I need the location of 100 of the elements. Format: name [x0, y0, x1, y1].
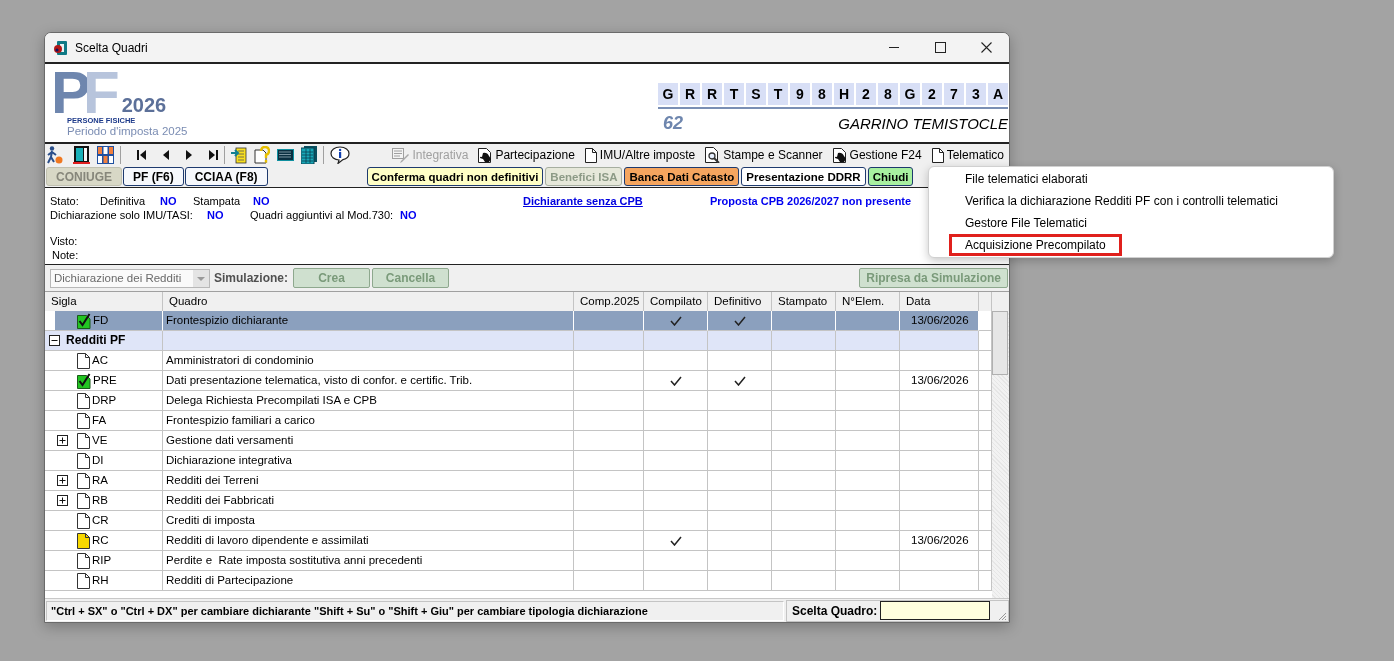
table-row[interactable]: RH Redditi di Partecipazione — [45, 571, 992, 591]
window-title: Scelta Quadri — [75, 40, 148, 55]
help-icon[interactable] — [254, 146, 270, 164]
table-cell — [979, 551, 992, 571]
quadro-code: VE — [92, 433, 108, 448]
info-value: NO — [207, 208, 225, 222]
simulation-label: Simulazione: — [214, 271, 288, 285]
table-cell — [836, 331, 900, 351]
expand-icon[interactable] — [57, 435, 68, 446]
info-value: NO — [400, 208, 417, 222]
declarant-tab[interactable]: CCIAA (F8) — [184, 167, 268, 186]
table-cell — [772, 571, 836, 591]
last-icon[interactable] — [209, 150, 218, 160]
table-cell — [979, 511, 992, 531]
table-cell — [979, 371, 992, 391]
status-message: "Ctrl + SX" o "Ctrl + DX" per cambiare dichiarante "Shift + Su" o "Shift + Giu" per cambiare tipologia dichiarazione — [46, 600, 784, 621]
table-cell — [772, 331, 836, 351]
cpb-note: Proposta CPB 2026/2027 non presente — [710, 194, 912, 208]
fiscal-code-char: T — [724, 83, 744, 105]
table-cell — [979, 351, 992, 371]
quadro-code: RH — [92, 573, 109, 588]
quadro-input[interactable] — [880, 601, 991, 620]
fiscal-code-char: A — [988, 83, 1008, 105]
quadro-code: PRE — [93, 373, 117, 388]
table-cell — [979, 491, 992, 511]
scrollbar[interactable] — [992, 311, 1009, 598]
fiscal-code-char: 8 — [812, 83, 832, 105]
previous-icon[interactable] — [163, 150, 169, 160]
table-row[interactable]: AC Amministratori di condominio — [45, 351, 992, 371]
arrow-document-icon[interactable] — [231, 146, 247, 164]
toolbar-button[interactable]: Telematico — [929, 145, 1006, 165]
fiscal-code-char: H — [834, 83, 854, 105]
table-cell — [979, 571, 992, 591]
table-row[interactable]: CR Crediti di imposta — [45, 511, 992, 531]
quadro-code: RIP — [92, 553, 112, 568]
scrollbar-thumb[interactable] — [992, 311, 1008, 375]
runner-icon[interactable] — [46, 146, 63, 164]
toolbar-button[interactable]: IMU/Altre imposte — [582, 145, 698, 165]
table-cell — [836, 571, 900, 591]
fiscal-code-char: R — [702, 83, 722, 105]
fiscal-code-char: 9 — [790, 83, 810, 105]
menu-item[interactable]: Gestore File Telematici — [949, 212, 1103, 234]
table-cell: 13/06/2026 — [900, 311, 979, 331]
quadro-code: DRP — [92, 393, 117, 408]
action-button[interactable]: Conferma quadri non definitivi — [366, 167, 544, 186]
first-icon[interactable] — [137, 150, 146, 160]
info-value: NO — [160, 194, 178, 208]
expand-icon[interactable] — [57, 475, 68, 486]
menu-item[interactable]: Verifica la dichiarazione Redditi PF con i controlli telematici — [949, 190, 1294, 212]
table-cell — [979, 531, 992, 551]
table-cell — [574, 331, 644, 351]
action-button[interactable]: Banca Dati Catasto — [624, 167, 740, 186]
document-pencil-icon — [392, 147, 410, 163]
keyboard-icon[interactable] — [277, 149, 294, 161]
people-icon[interactable] — [97, 146, 114, 164]
column-header[interactable]: Sigla — [45, 292, 163, 312]
table-cell — [979, 331, 992, 351]
declarant-tab[interactable]: PF (F6) — [123, 167, 184, 186]
fiscal-code-char: 2 — [856, 83, 876, 105]
table-cell — [574, 571, 644, 591]
toolbar-button[interactable]: Gestione F24 — [830, 145, 924, 165]
declarant-name: GARRINO TEMISTOCLE — [838, 115, 1008, 132]
info-value: NO — [253, 194, 271, 208]
menu-item[interactable]: Acquisizione Precompilato — [949, 234, 1122, 256]
fiscal-code-char: 8 — [878, 83, 898, 105]
spreadsheet-icon[interactable] — [301, 146, 317, 164]
toolbar-button[interactable]: Stampe e Scanner — [703, 145, 825, 165]
toolbar-button[interactable]: Partecipazione — [476, 145, 577, 165]
fiscal-code-char: S — [746, 83, 766, 105]
document-icon — [832, 147, 847, 163]
info-icon[interactable] — [330, 146, 350, 164]
info-label: Stato: — [50, 194, 80, 208]
table-cell — [574, 311, 644, 331]
table-cell — [979, 391, 992, 411]
fiscal-code-char: R — [680, 83, 700, 105]
cpb-link[interactable]: Dichiarante senza CPB — [523, 194, 710, 208]
expand-icon[interactable] — [57, 495, 68, 506]
table-cell — [836, 311, 900, 331]
minimize-icon — [889, 47, 899, 48]
logo-monogram: PF — [51, 70, 120, 116]
maximize-icon — [934, 42, 946, 53]
quadro-code: RA — [92, 473, 108, 488]
action-button[interactable]: Presentazione DDRR — [741, 167, 866, 186]
caret-icon — [193, 269, 209, 287]
collapse-icon[interactable] — [49, 335, 60, 346]
info-label: Visto: — [50, 234, 78, 248]
logo-year: 2026 — [121, 96, 167, 114]
table-cell — [979, 431, 992, 451]
info-label: Quadri aggiuntivi al Mod.730: — [250, 208, 395, 222]
next-icon[interactable] — [186, 150, 192, 160]
document-icon — [931, 147, 944, 163]
document-magnifier-icon — [705, 147, 721, 163]
action-button[interactable]: Chiudi — [867, 167, 914, 186]
table-row[interactable]: FD Frontespizio dichiarante 13/06/2026 — [45, 311, 992, 331]
table-cell — [979, 451, 992, 471]
table-cell — [979, 411, 992, 431]
door-icon[interactable] — [73, 146, 90, 164]
table-cell: Frontespizio dichiarante — [163, 311, 574, 331]
menu-item[interactable]: File telematici elaborati — [949, 168, 1104, 190]
resize-grip-icon[interactable] — [997, 610, 1007, 621]
